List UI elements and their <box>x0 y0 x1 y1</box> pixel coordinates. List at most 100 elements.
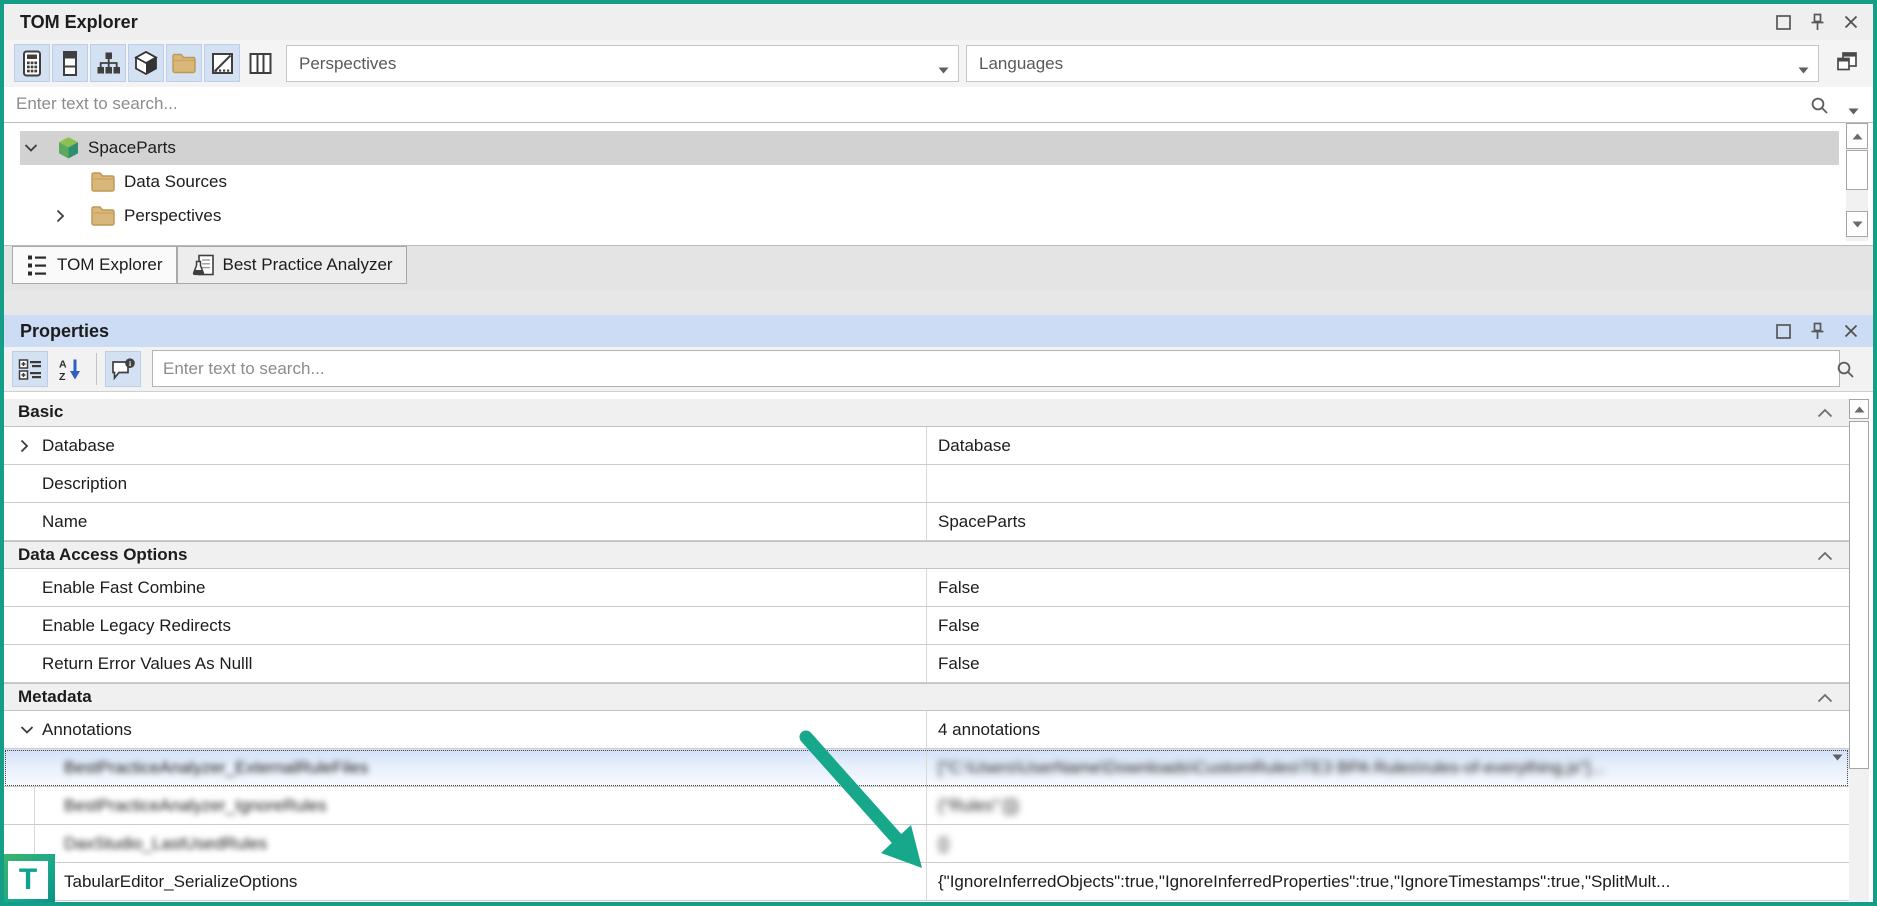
folder-icon <box>90 171 116 194</box>
collapse-up-icon[interactable] <box>1817 408 1833 418</box>
scrollbar-thumb[interactable] <box>1849 421 1869 769</box>
table-icon <box>61 50 79 77</box>
properties-scrollbar[interactable] <box>1849 399 1869 902</box>
columns-button[interactable] <box>242 44 278 82</box>
property-row-bestpracticeanalyzer-externalrulefiles[interactable]: BestPracticeAnalyzer_ExternalRuleFiles["… <box>4 749 1849 787</box>
property-row-daxstudio-lastusedrules[interactable]: DaxStudio_LastUsedRules {} <box>4 825 1849 863</box>
property-row-tabulareditor-serializeoptions[interactable]: TabularEditor_SerializeOptions {"IgnoreIn… <box>4 863 1849 901</box>
svg-text:A: A <box>59 358 67 370</box>
section-header-basic[interactable]: Basic <box>4 399 1849 427</box>
property-name: Description <box>42 465 127 502</box>
tree-scrollbar[interactable] <box>1846 123 1868 241</box>
section-header-metadata[interactable]: Metadata <box>4 683 1849 711</box>
properties-title-bar: Properties <box>4 315 1873 347</box>
categorized-button[interactable] <box>12 351 48 387</box>
perspectives-dropdown-value: Perspectives <box>299 54 396 74</box>
property-value: {"IgnoreInferredObjects":true,"IgnoreInf… <box>938 863 1670 900</box>
folders-button[interactable] <box>166 44 202 82</box>
languages-dropdown[interactable]: Languages <box>966 45 1819 82</box>
float-window-icon[interactable] <box>1773 12 1793 32</box>
chevron-right-icon[interactable] <box>56 209 65 223</box>
chevron-down-icon[interactable] <box>24 144 38 153</box>
property-row-description[interactable]: Description <box>4 465 1849 503</box>
property-name: DaxStudio_LastUsedRules <box>64 825 267 862</box>
properties-toolbar-buttons: AZ i <box>12 351 141 387</box>
search-icon[interactable] <box>1836 360 1855 384</box>
tab-label: Best Practice Analyzer <box>223 255 393 275</box>
hierarchies-button[interactable] <box>90 44 126 82</box>
chevron-down-icon <box>1798 61 1809 79</box>
property-row-annotations[interactable]: Annotations4 annotations <box>4 711 1849 749</box>
property-value: False <box>938 569 980 606</box>
model-tree: SpacePartsData SourcesPerspectives <box>4 123 1873 245</box>
partitions-button[interactable] <box>204 44 240 82</box>
property-row-database[interactable]: DatabaseDatabase <box>4 427 1849 465</box>
close-icon[interactable] <box>1841 12 1861 32</box>
pin-icon[interactable] <box>1807 12 1827 32</box>
cascade-windows-button[interactable] <box>1829 48 1865 80</box>
properties-search-input[interactable] <box>152 350 1840 387</box>
search-options-caret-icon[interactable] <box>1848 102 1859 120</box>
float-window-icon[interactable] <box>1773 321 1793 341</box>
scroll-down-button[interactable] <box>1846 211 1868 237</box>
pin-icon[interactable] <box>1807 321 1827 341</box>
property-value: ["C:\Users\UserName\Downloads\CustomRule… <box>938 749 1604 786</box>
value-dropdown-button[interactable] <box>1832 754 1843 761</box>
tab-best-practice-analyzer[interactable]: Best Practice Analyzer <box>177 246 407 284</box>
section-title: Basic <box>18 399 63 425</box>
tree-item-data-sources[interactable]: Data Sources <box>20 165 1839 199</box>
collapse-up-icon[interactable] <box>1817 693 1833 703</box>
alphabetical-sort-button[interactable]: AZ <box>52 351 88 387</box>
hierarchy-icon <box>96 51 121 76</box>
tree-item-perspectives[interactable]: Perspectives <box>20 199 1839 233</box>
folder-icon <box>90 205 116 228</box>
collapse-up-icon[interactable] <box>1817 551 1833 561</box>
tab-tom-explorer[interactable]: TOM Explorer <box>12 246 177 284</box>
tree-item-label: Data Sources <box>124 165 227 199</box>
window-buttons <box>1773 315 1861 347</box>
window-buttons <box>1773 4 1861 40</box>
tree-item-label: Perspectives <box>124 199 221 233</box>
panel-title: Properties <box>20 315 109 347</box>
toolbar-filter-buttons <box>14 44 278 82</box>
property-row-name[interactable]: NameSpaceParts <box>4 503 1849 541</box>
property-value: SpaceParts <box>938 503 1026 540</box>
property-name: BestPracticeAnalyzer_IgnoreRules <box>64 787 327 824</box>
property-descriptions-button[interactable]: i <box>105 351 141 387</box>
toolbar-separator <box>96 353 97 385</box>
property-row-return-error-values-as-nulll[interactable]: Return Error Values As Nulll False <box>4 645 1849 683</box>
property-value: False <box>938 607 980 644</box>
tree-search-input[interactable] <box>4 87 1826 121</box>
property-value: {"Rules":[]} <box>938 787 1019 824</box>
property-row-enable-legacy-redirects[interactable]: Enable Legacy RedirectsFalse <box>4 607 1849 645</box>
chevron-right-icon[interactable] <box>20 439 29 453</box>
dock-separator <box>4 291 1873 315</box>
scroll-up-button[interactable] <box>1846 123 1868 149</box>
property-row-bestpracticeanalyzer-ignorerules[interactable]: BestPracticeAnalyzer_IgnoreRules {"Rules"… <box>4 787 1849 825</box>
chevron-down-icon[interactable] <box>20 725 34 734</box>
chevron-down-icon <box>938 61 949 79</box>
measures-button[interactable] <box>14 44 50 82</box>
tables-button[interactable] <box>52 44 88 82</box>
property-name: Annotations <box>42 711 132 748</box>
explorer-tab-strip: TOM Explorer Best Practice Analyzer <box>4 245 1873 291</box>
property-row-enable-fast-combine[interactable]: Enable Fast Combine False <box>4 569 1849 607</box>
cascade-windows-icon <box>1835 50 1859 79</box>
property-name: Enable Fast Combine <box>42 569 205 606</box>
close-icon[interactable] <box>1841 321 1861 341</box>
section-header-data-access-options[interactable]: Data Access Options <box>4 541 1849 569</box>
property-name: TabularEditor_SerializeOptions <box>64 863 297 900</box>
scrollbar-thumb[interactable] <box>1846 150 1868 190</box>
tree-item-spaceparts[interactable]: SpaceParts <box>20 131 1839 165</box>
perspectives-dropdown[interactable]: Perspectives <box>286 45 959 82</box>
categorized-icon <box>18 358 43 381</box>
scroll-up-button[interactable] <box>1849 399 1869 419</box>
az-sort-icon: AZ <box>58 357 83 382</box>
display-folders-button[interactable] <box>128 44 164 82</box>
property-name: Return Error Values As Nulll <box>42 645 252 682</box>
tab-label: TOM Explorer <box>57 255 163 275</box>
search-icon[interactable] <box>1810 96 1829 120</box>
property-value: {} <box>938 825 949 862</box>
property-value: False <box>938 645 980 682</box>
tabular-editor-logo-inner: T <box>8 861 48 899</box>
